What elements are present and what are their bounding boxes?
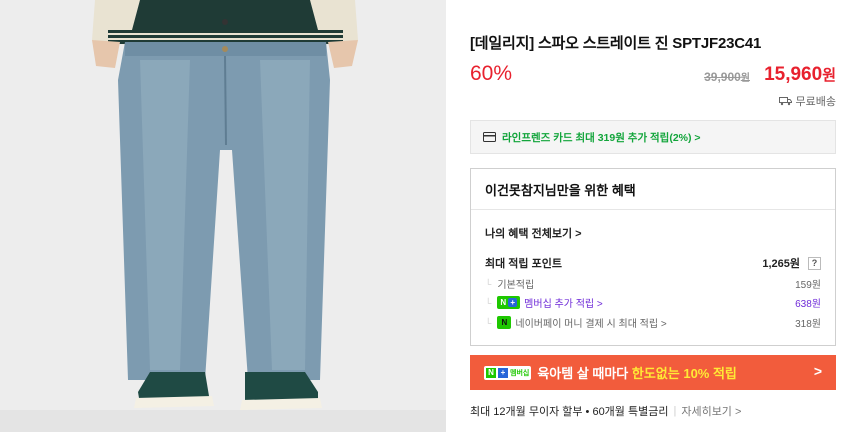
naverpay-icon: N — [497, 316, 512, 329]
max-points-value: 1,265원 — [762, 258, 800, 270]
naverpay-points-label-wrap: └ N 네이버페이 머니 결제 시 최대 적립 > — [485, 315, 667, 330]
membership-tag-text: 멤버십 — [510, 369, 530, 377]
installment-info: 최대 12개월 무이자 할부 • 60개월 특별금리 | 자세히보기 > — [470, 403, 741, 419]
basic-points-row: └ 기본적립 159원 — [485, 276, 821, 292]
naverpay-points-link[interactable]: 네이버페이 머니 결제 시 최대 적립 > — [515, 315, 666, 330]
sale-price-value: 15,960 — [764, 64, 823, 85]
original-price-value: 39,900 — [704, 70, 741, 84]
original-price: 39,900원 — [704, 69, 750, 84]
benefit-box: 이건못참지님만을 위한 혜택 나의 혜택 전체보기 > 최대 적립 포인트 1,… — [470, 168, 836, 346]
banner-text: 육아템 살 때마다 한도없는 10% 적립 — [537, 363, 737, 382]
bullet-icon: └ — [485, 297, 492, 308]
membership-points-row: └ N + 멤버십 추가 적립 > 638원 — [485, 295, 821, 310]
plus-glyph: + — [508, 298, 518, 307]
basic-points-label: 기본적립 — [497, 280, 535, 291]
basic-points-label-wrap: └ 기본적립 — [485, 276, 535, 292]
membership-points-label-wrap: └ N + 멤버십 추가 적립 > — [485, 295, 603, 310]
naver-n-glyph: N — [500, 298, 507, 307]
membership-points-link[interactable]: 멤버십 추가 적립 > — [524, 295, 603, 310]
membership-badge-icon: N + 멤버십 — [484, 365, 532, 380]
naverpay-points-row: └ N 네이버페이 머니 결제 시 최대 적립 > 318원 — [485, 315, 821, 330]
shipping-info: 무료배송 — [778, 93, 836, 109]
product-page: [데일리지] 스파오 스트레이트 진 SPTJF23C41 60% 39,900… — [0, 0, 849, 432]
basic-points-value: 159원 — [795, 280, 821, 291]
view-all-benefits-link[interactable]: 나의 혜택 전체보기 > — [485, 225, 582, 241]
sale-price: 15,960원 — [764, 64, 836, 86]
chevron-right-icon: > — [813, 363, 822, 379]
naver-n-glyph: N — [486, 367, 496, 378]
shipping-label: 무료배송 — [795, 96, 836, 108]
naverpay-points-value: 318원 — [795, 319, 821, 330]
plus-glyph: + — [498, 367, 508, 378]
bullet-icon: └ — [485, 317, 492, 328]
credit-card-icon — [483, 132, 496, 142]
product-title: [데일리지] 스파오 스트레이트 진 SPTJF23C41 — [470, 35, 762, 52]
benefit-heading: 이건못참지님만을 위한 혜택 — [471, 169, 835, 210]
installment-details-link[interactable]: 자세히보기 > — [681, 403, 741, 419]
naver-plus-membership-icon: N + — [497, 296, 521, 309]
card-offer-text: 라인프렌즈 카드 최대 319원 추가 적립(2%) > — [502, 131, 701, 144]
max-points-row: 최대 적립 포인트 1,265원? — [485, 255, 821, 271]
sale-price-unit: 원 — [822, 67, 836, 84]
banner-text-main: 육아템 살 때마다 — [537, 366, 632, 381]
max-points-value-wrap: 1,265원? — [762, 255, 821, 271]
discount-rate: 60% — [470, 62, 513, 85]
banner-highlight: 한도없는 10% 적립 — [631, 366, 737, 381]
divider: | — [673, 405, 677, 417]
membership-promo-banner[interactable]: N + 멤버십 육아템 살 때마다 한도없는 10% 적립 > — [470, 355, 836, 390]
original-price-unit: 원 — [740, 73, 750, 84]
bullet-icon: └ — [485, 278, 492, 289]
product-info-panel: [데일리지] 스파오 스트레이트 진 SPTJF23C41 60% 39,900… — [470, 0, 836, 432]
help-icon[interactable]: ? — [808, 256, 821, 270]
product-image[interactable] — [0, 0, 446, 432]
installment-text: 최대 12개월 무이자 할부 • 60개월 특별금리 — [470, 406, 669, 418]
card-offer-link[interactable]: 라인프렌즈 카드 최대 319원 추가 적립(2%) > — [470, 120, 836, 154]
truck-icon — [778, 97, 792, 106]
max-points-label: 최대 적립 포인트 — [485, 258, 562, 270]
membership-points-value: 638원 — [795, 299, 821, 310]
jeans-photo — [0, 0, 446, 432]
